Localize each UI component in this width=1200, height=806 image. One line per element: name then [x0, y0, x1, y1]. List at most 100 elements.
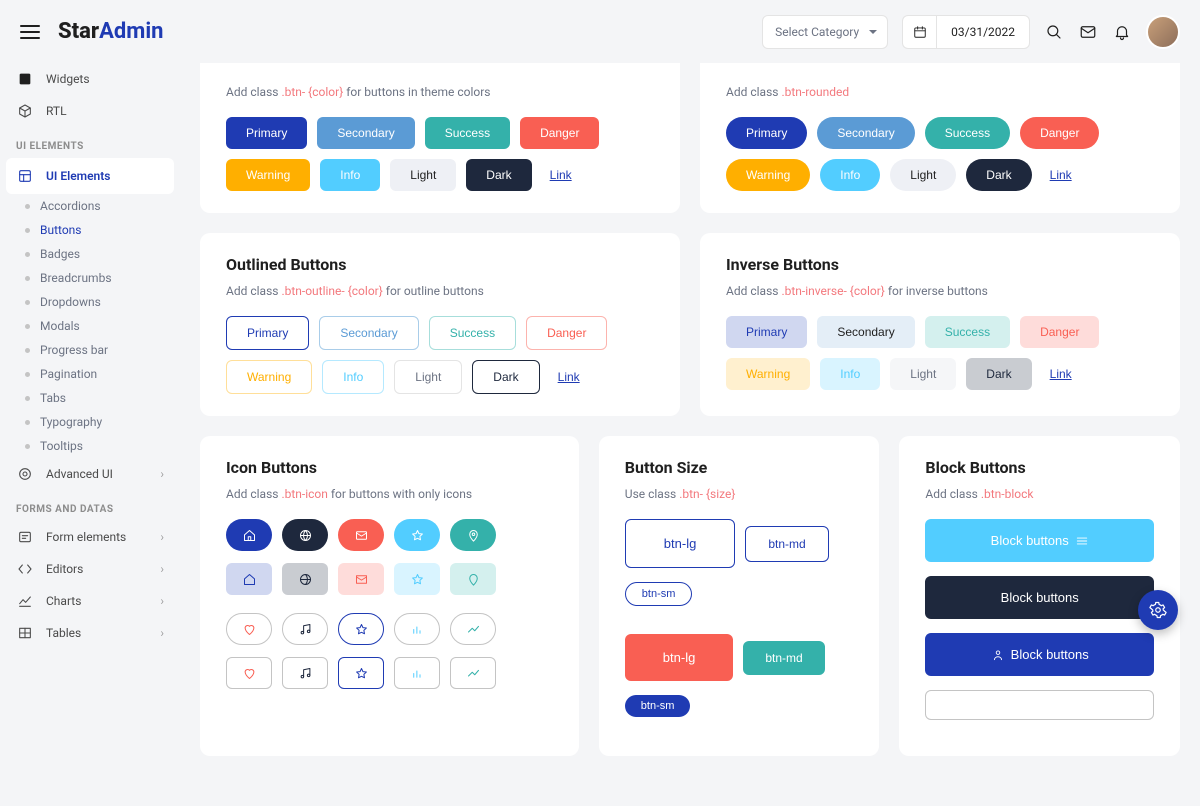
dark-button[interactable]: Dark: [466, 159, 531, 191]
warning-button[interactable]: Warning: [726, 159, 810, 191]
sidebar-sub-pagination[interactable]: Pagination: [20, 362, 180, 386]
light-button[interactable]: Light: [890, 159, 956, 191]
link-button[interactable]: Link: [1042, 358, 1080, 390]
sidebar-item-tables[interactable]: Tables›: [0, 617, 180, 649]
mail-icon-button[interactable]: [338, 519, 384, 551]
link-button[interactable]: Link: [542, 159, 580, 191]
secondary-button[interactable]: Secondary: [817, 316, 914, 348]
light-button[interactable]: Light: [390, 159, 456, 191]
bars-icon-button[interactable]: [394, 613, 440, 645]
dark-button[interactable]: Dark: [472, 360, 539, 394]
sidebar-sub-typography[interactable]: Typography: [20, 410, 180, 434]
light-button[interactable]: Light: [890, 358, 956, 390]
warning-button[interactable]: Warning: [226, 159, 310, 191]
sidebar-item-advanced-ui[interactable]: Advanced UI›: [0, 458, 180, 490]
bell-icon[interactable]: [1112, 22, 1132, 42]
btn-sm[interactable]: btn-sm: [625, 582, 693, 606]
heart-icon-button[interactable]: [226, 657, 272, 689]
category-select[interactable]: Select Category: [762, 15, 888, 49]
star-icon-button[interactable]: [394, 563, 440, 595]
block-button-info[interactable]: Block buttons: [925, 519, 1154, 562]
info-button[interactable]: Info: [320, 159, 380, 191]
search-icon[interactable]: [1044, 22, 1064, 42]
success-button[interactable]: Success: [425, 117, 510, 149]
settings-fab[interactable]: [1138, 590, 1178, 630]
btn-lg[interactable]: btn-lg: [625, 634, 734, 681]
success-button[interactable]: Success: [925, 117, 1010, 149]
primary-button[interactable]: Primary: [726, 117, 807, 149]
danger-button[interactable]: Danger: [520, 117, 599, 149]
sidebar-sub-buttons[interactable]: Buttons: [20, 218, 180, 242]
pin-icon-button[interactable]: [450, 519, 496, 551]
sidebar-item-editors[interactable]: Editors›: [0, 553, 180, 585]
info-button[interactable]: Info: [820, 358, 880, 390]
danger-button[interactable]: Danger: [526, 316, 607, 350]
star-icon-button[interactable]: [338, 613, 384, 645]
secondary-button[interactable]: Secondary: [319, 316, 418, 350]
btn-lg[interactable]: btn-lg: [625, 519, 736, 568]
btn-md[interactable]: btn-md: [745, 526, 828, 562]
chart-icon: [16, 592, 34, 610]
sidebar-sub-breadcrumbs[interactable]: Breadcrumbs: [20, 266, 180, 290]
sidebar-item-form-elements[interactable]: Form elements›: [0, 521, 180, 553]
danger-button[interactable]: Danger: [1020, 316, 1099, 348]
sidebar-sub-progressbar[interactable]: Progress bar: [20, 338, 180, 362]
chevron-right-icon: ›: [160, 626, 164, 640]
success-button[interactable]: Success: [925, 316, 1010, 348]
link-button[interactable]: Link: [550, 360, 588, 394]
sidebar-item-charts[interactable]: Charts›: [0, 585, 180, 617]
block-button-primary[interactable]: Block buttons: [925, 633, 1154, 676]
heart-icon-button[interactable]: [226, 613, 272, 645]
globe-icon-button[interactable]: [282, 519, 328, 551]
light-button[interactable]: Light: [394, 360, 462, 394]
sidebar-sub-accordions[interactable]: Accordions: [20, 194, 180, 218]
star-icon-button[interactable]: [394, 519, 440, 551]
danger-button[interactable]: Danger: [1020, 117, 1099, 149]
music-icon-button[interactable]: [282, 657, 328, 689]
globe-icon-button[interactable]: [282, 563, 328, 595]
card-subtitle: Add class .btn-block: [925, 487, 1154, 501]
btn-sm[interactable]: btn-sm: [625, 695, 691, 717]
sidebar-label: UI Elements: [46, 169, 110, 183]
mail-icon-button[interactable]: [338, 563, 384, 595]
dark-button[interactable]: Dark: [966, 358, 1031, 390]
sidebar-item-rtl[interactable]: RTL: [0, 95, 180, 127]
bars-icon-button[interactable]: [394, 657, 440, 689]
sidebar-sub-dropdowns[interactable]: Dropdowns: [20, 290, 180, 314]
sidebar-item-widgets[interactable]: Widgets: [0, 63, 180, 95]
block-button-dark[interactable]: Block buttons: [925, 576, 1154, 619]
calendar-icon: [902, 15, 936, 49]
link-button[interactable]: Link: [1042, 159, 1080, 191]
mail-icon[interactable]: [1078, 22, 1098, 42]
home-icon-button[interactable]: [226, 563, 272, 595]
sidebar-sub-badges[interactable]: Badges: [20, 242, 180, 266]
sidebar-sub-tooltips[interactable]: Tooltips: [20, 434, 180, 458]
date-picker[interactable]: 03/31/2022: [902, 15, 1030, 49]
trend-icon-button[interactable]: [450, 657, 496, 689]
info-button[interactable]: Info: [820, 159, 880, 191]
menu-toggle[interactable]: [20, 25, 40, 39]
primary-button[interactable]: Primary: [226, 316, 309, 350]
secondary-button[interactable]: Secondary: [817, 117, 914, 149]
chevron-right-icon: ›: [160, 467, 164, 481]
sidebar-item-ui-elements[interactable]: UI Elements: [6, 158, 174, 194]
secondary-button[interactable]: Secondary: [317, 117, 414, 149]
sidebar-sub-tabs[interactable]: Tabs: [20, 386, 180, 410]
warning-button[interactable]: Warning: [726, 358, 810, 390]
success-button[interactable]: Success: [429, 316, 516, 350]
avatar[interactable]: [1146, 15, 1180, 49]
sidebar-sub-modals[interactable]: Modals: [20, 314, 180, 338]
block-button-outline[interactable]: [925, 690, 1154, 720]
info-button[interactable]: Info: [322, 360, 384, 394]
btn-md[interactable]: btn-md: [743, 641, 824, 675]
pin-icon-button[interactable]: [450, 563, 496, 595]
brand-logo[interactable]: StarAdmin: [58, 19, 163, 44]
trend-icon-button[interactable]: [450, 613, 496, 645]
star-icon-button[interactable]: [338, 657, 384, 689]
primary-button[interactable]: Primary: [226, 117, 307, 149]
music-icon-button[interactable]: [282, 613, 328, 645]
primary-button[interactable]: Primary: [726, 316, 807, 348]
warning-button[interactable]: Warning: [226, 360, 312, 394]
dark-button[interactable]: Dark: [966, 159, 1031, 191]
home-icon-button[interactable]: [226, 519, 272, 551]
